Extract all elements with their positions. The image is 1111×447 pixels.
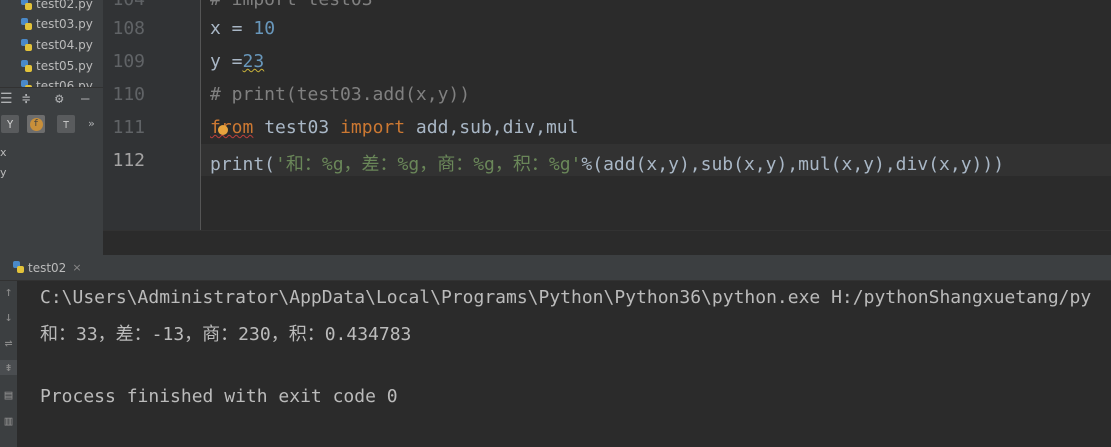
code-token: import: [340, 117, 406, 138]
structure-toolbar: ☰ ≑ ⚙ —: [0, 87, 103, 113]
line-number: 104: [105, 0, 145, 10]
soft-wrap-icon[interactable]: ⇌: [0, 336, 17, 351]
structure-view: Y f ⊤ » x y: [0, 112, 103, 255]
code-token: add,sub,div,mul: [405, 117, 579, 138]
python-file-icon: [12, 261, 25, 274]
code-token: %(add(x,y),sub(x,y),mul(x,y),div(x,y))): [581, 154, 1005, 175]
hide-icon[interactable]: —: [81, 91, 89, 107]
python-file-icon: [20, 17, 33, 31]
structure-item[interactable]: y: [0, 166, 7, 179]
expand-all-icon[interactable]: ☰: [0, 91, 13, 107]
file-item[interactable]: test04.py: [20, 35, 93, 55]
sort-icon[interactable]: Y: [1, 115, 19, 133]
scroll-to-end-icon[interactable]: ⇟: [0, 360, 17, 375]
run-tab-label: test02: [28, 260, 67, 275]
file-name: test05.py: [36, 59, 93, 73]
line-number: 111: [112, 117, 145, 138]
trash-icon[interactable]: ▥: [0, 414, 17, 429]
editor-bottom-area: [103, 230, 1111, 256]
python-file-icon: [20, 0, 33, 11]
code-line[interactable]: # print(test03.add(x,y)): [210, 84, 470, 105]
python-file-icon: [20, 38, 33, 52]
intention-bulb-icon[interactable]: [218, 125, 228, 135]
file-item[interactable]: test05.py: [20, 56, 93, 76]
line-number: 109: [112, 51, 145, 72]
run-side-toolbar: ↑ ↓ ⇌ ⇟ ▤ ▥: [0, 281, 17, 447]
python-file-icon: [20, 59, 33, 73]
file-name: test03.py: [36, 17, 93, 31]
code-token: 10: [253, 18, 276, 39]
filter-icon[interactable]: ⊤: [57, 115, 75, 133]
code-token: 23: [242, 51, 265, 72]
structure-item[interactable]: x: [0, 146, 7, 159]
more-icon[interactable]: »: [88, 117, 95, 130]
code-token: print(: [210, 154, 276, 175]
code-line[interactable]: print('和：%g，差：%g，商：%g，积：%g'%(add(x,y),su…: [210, 150, 1004, 176]
project-panel: test02.py test03.py test04.py test05.py …: [0, 0, 103, 255]
run-tab[interactable]: test02 ×: [12, 255, 82, 280]
file-item[interactable]: test03.py: [20, 14, 93, 34]
code-token: y =: [210, 51, 243, 72]
code-token: '和：%g，差：%g，商：%g，积：%g': [275, 154, 582, 175]
code-token: from: [210, 117, 254, 138]
console-line: C:\Users\Administrator\AppData\Local\Pro…: [40, 287, 1092, 308]
field-filter-icon[interactable]: f: [27, 115, 45, 133]
console-output[interactable]: C:\Users\Administrator\AppData\Local\Pro…: [17, 281, 1111, 447]
collapse-all-icon[interactable]: ≑: [22, 91, 30, 107]
code-token: x =: [210, 18, 254, 39]
up-arrow-icon[interactable]: ↑: [0, 285, 17, 300]
file-name: test02.py: [36, 0, 93, 11]
console-line: 和：33，差：-13，商：230，积：0.434783: [40, 324, 412, 345]
line-number: 108: [112, 18, 145, 39]
code-editor[interactable]: # import test03 x = 10 y =23 # print(tes…: [201, 0, 1111, 230]
code-token: test03: [253, 117, 341, 138]
run-tab-bar: test02 ×: [0, 255, 1111, 281]
code-line[interactable]: from test03 import add,sub,div,mul: [210, 117, 578, 138]
file-item[interactable]: test02.py: [20, 0, 93, 14]
code-line[interactable]: # import test03: [210, 0, 373, 10]
close-icon[interactable]: ×: [72, 261, 81, 274]
code-line[interactable]: x = 10: [210, 18, 275, 39]
line-number: 110: [112, 84, 145, 105]
down-arrow-icon[interactable]: ↓: [0, 310, 17, 325]
print-icon[interactable]: ▤: [0, 388, 17, 403]
line-number-gutter: 104 108 109 110 111 112: [103, 0, 200, 230]
file-name: test04.py: [36, 38, 93, 52]
line-number: 112: [112, 150, 145, 171]
gear-icon[interactable]: ⚙: [55, 91, 63, 107]
code-line[interactable]: y =23: [210, 51, 264, 72]
console-line: Process finished with exit code 0: [40, 386, 398, 407]
